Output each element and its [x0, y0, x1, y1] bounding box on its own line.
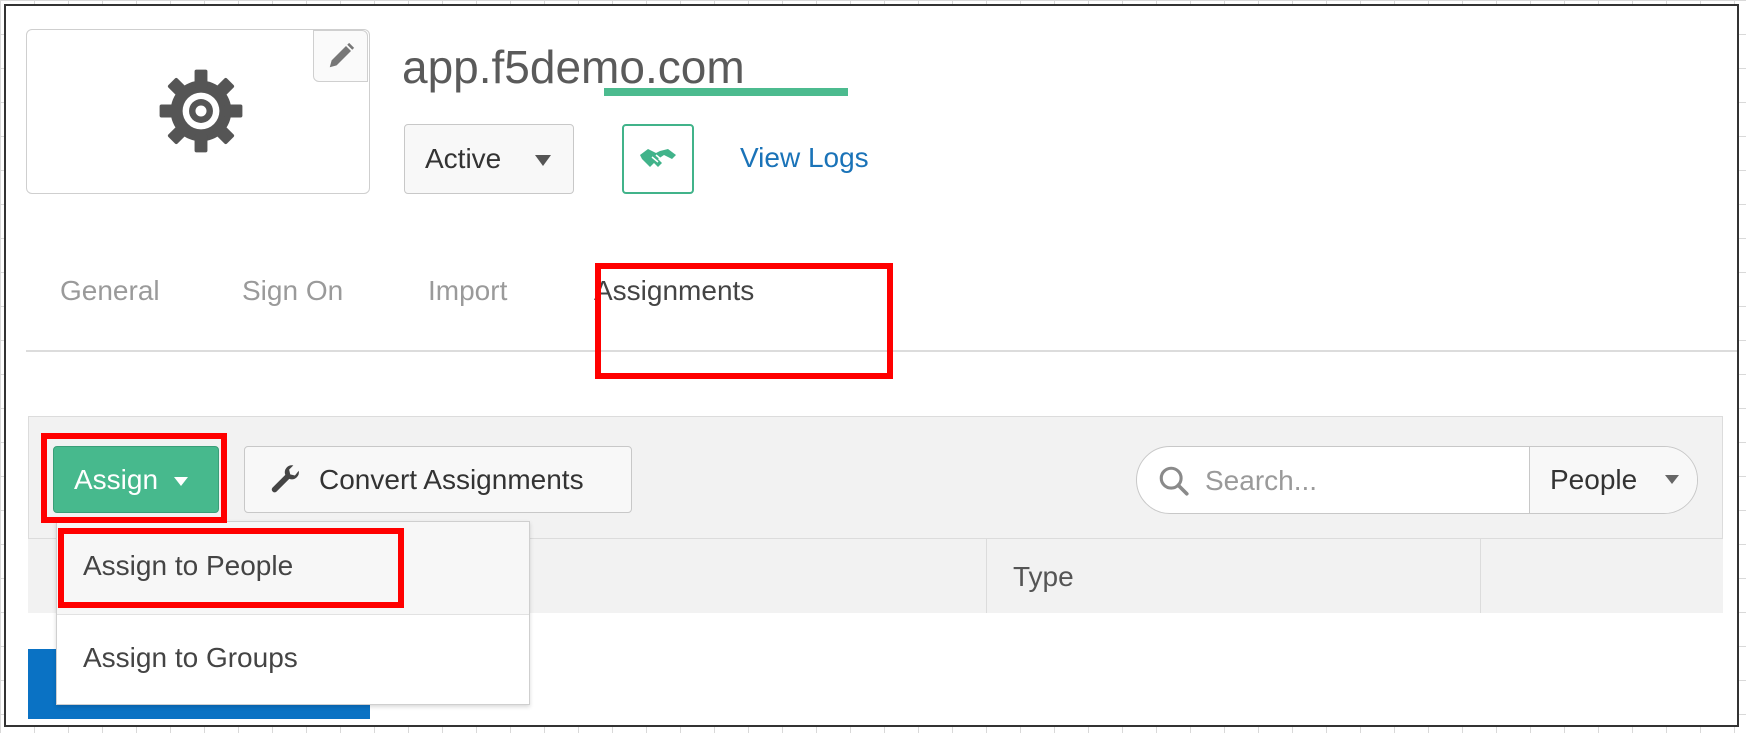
- column-divider: [986, 539, 987, 615]
- wrench-icon: [271, 464, 299, 492]
- app-title: app.f5demo.com: [402, 41, 745, 93]
- assign-button-label: Assign: [74, 463, 159, 495]
- status-value: Active: [425, 143, 502, 174]
- pencil-icon: [329, 42, 354, 68]
- gear-icon: [159, 69, 243, 153]
- convert-assignments-button[interactable]: Convert Assignments: [244, 446, 632, 513]
- tabs-divider: [26, 350, 1737, 352]
- edit-logo-button[interactable]: [313, 30, 368, 82]
- view-logs-link[interactable]: View Logs: [740, 142, 869, 174]
- column-header-type: Type: [1013, 561, 1074, 592]
- app-logo: [26, 29, 370, 194]
- assign-button[interactable]: Assign: [53, 446, 219, 513]
- convert-assignments-label: Convert Assignments: [319, 463, 584, 495]
- tab-assignments[interactable]: Assignments: [594, 275, 754, 307]
- menu-item-label: Assign to People: [83, 550, 294, 581]
- app-frame: app.f5demo.com Active View Logs General …: [4, 4, 1739, 727]
- active-tab-indicator: [604, 88, 848, 96]
- search-box: People: [1136, 446, 1698, 514]
- menu-item-assign-to-groups[interactable]: Assign to Groups: [57, 614, 529, 706]
- chevron-down-icon: [1665, 475, 1679, 484]
- tab-sign-on[interactable]: Sign On: [242, 275, 343, 307]
- search-input[interactable]: [1203, 457, 1507, 505]
- tab-import[interactable]: Import: [428, 275, 507, 307]
- status-dropdown[interactable]: Active: [404, 124, 574, 194]
- search-filter-dropdown[interactable]: People: [1529, 447, 1697, 513]
- search-icon: [1159, 466, 1189, 496]
- provisioning-button[interactable]: [622, 124, 694, 194]
- tab-bar: General Sign On Import Assignments: [26, 261, 1737, 351]
- chevron-down-icon: [535, 155, 551, 166]
- column-divider: [1480, 539, 1481, 615]
- menu-item-assign-to-people[interactable]: Assign to People: [57, 522, 529, 615]
- search-filter-value: People: [1550, 464, 1638, 495]
- assign-dropdown-menu: Assign to People Assign to Groups: [56, 521, 530, 705]
- chevron-down-icon: [174, 476, 189, 486]
- menu-item-label: Assign to Groups: [83, 642, 298, 673]
- handshake-icon: [640, 149, 676, 167]
- tab-general[interactable]: General: [60, 275, 160, 307]
